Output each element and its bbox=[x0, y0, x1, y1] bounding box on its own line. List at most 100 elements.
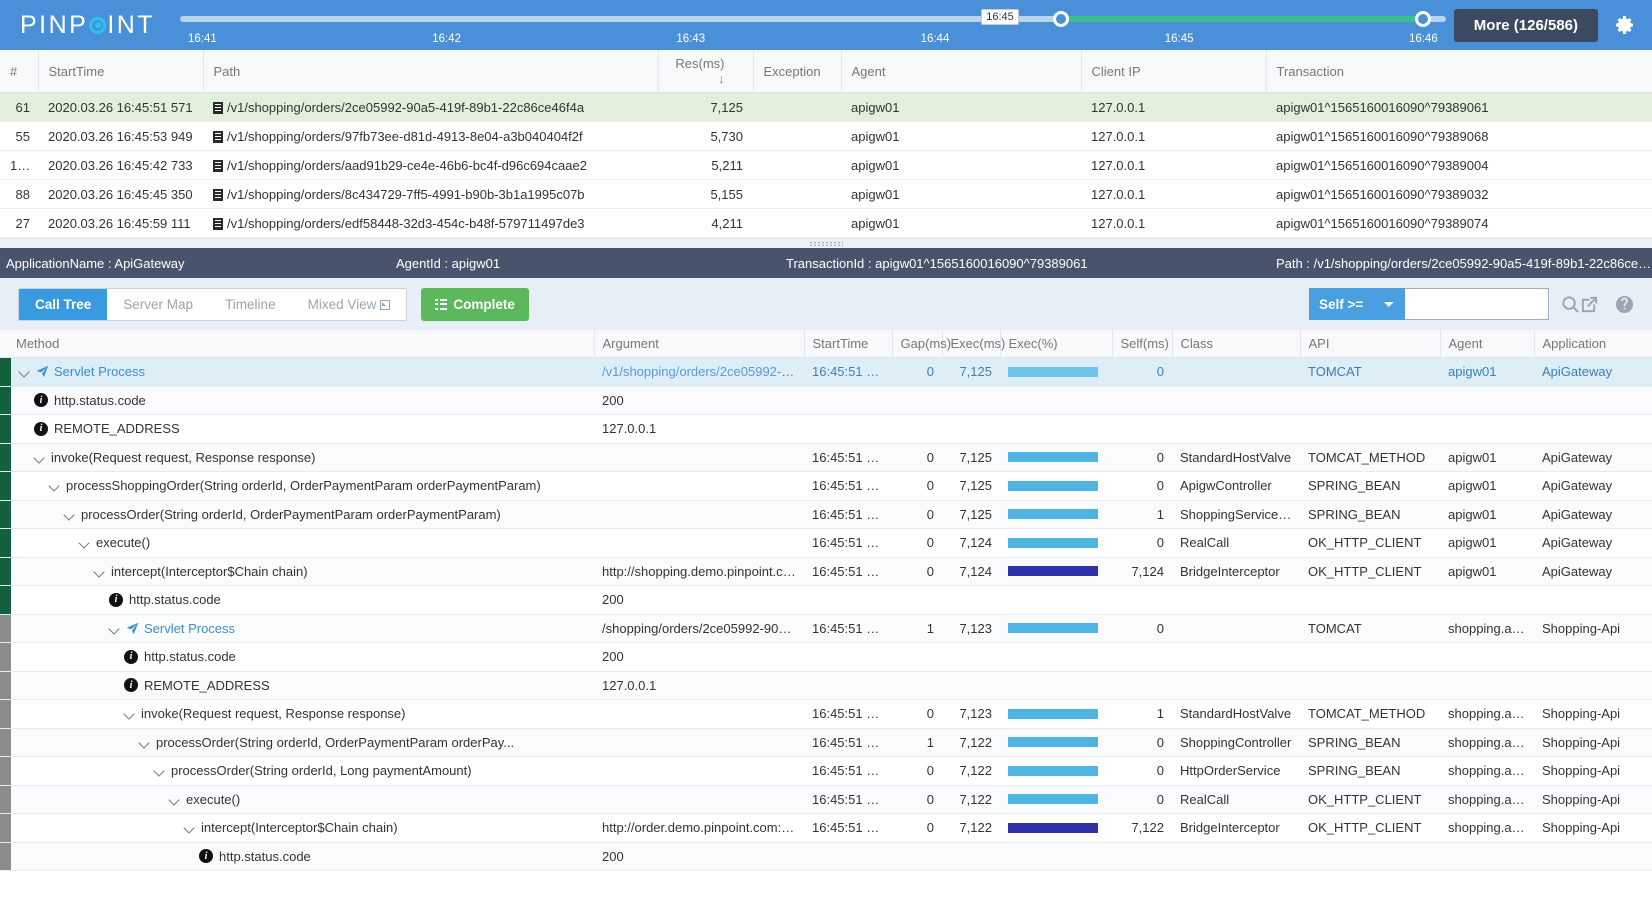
chevron-down-icon[interactable] bbox=[139, 737, 150, 748]
cell-res: 5,211 bbox=[658, 151, 753, 180]
tree-column-header-api[interactable]: API bbox=[1300, 330, 1440, 358]
call-tree-row[interactable]: iREMOTE_ADDRESS127.0.0.1 bbox=[0, 415, 1652, 444]
call-tree-row[interactable]: processOrder(String orderId, OrderPaymen… bbox=[0, 728, 1652, 757]
tree-method-label: invoke(Request request, Response respons… bbox=[141, 706, 405, 721]
exec-percent-bar-track bbox=[1008, 367, 1098, 377]
tree-cell-gap: 1 bbox=[892, 728, 942, 757]
chevron-down-icon[interactable] bbox=[109, 623, 120, 634]
tree-method-content: processOrder(String orderId, OrderPaymen… bbox=[0, 501, 586, 529]
column-header-agent[interactable]: Agent bbox=[841, 50, 1081, 93]
tree-column-header-execpct[interactable]: Exec(%) bbox=[1000, 330, 1112, 358]
call-tree-row[interactable]: invoke(Request request, Response respons… bbox=[0, 700, 1652, 729]
slider-handle-start[interactable] bbox=[1053, 11, 1069, 27]
column-header-res[interactable]: Res(ms) ↓ bbox=[658, 50, 753, 93]
table-row[interactable]: 612020.03.26 16:45:51 571/v1/shopping/or… bbox=[0, 93, 1652, 122]
chevron-down-icon[interactable] bbox=[124, 708, 135, 719]
call-tree-row[interactable]: ihttp.status.code200 bbox=[0, 842, 1652, 871]
call-tree-row[interactable]: Servlet Process/v1/shopping/orders/2ce05… bbox=[0, 358, 1652, 387]
call-tree-row[interactable]: invoke(Request request, Response respons… bbox=[0, 443, 1652, 472]
panel-resize-splitter[interactable] bbox=[0, 238, 1652, 248]
column-header-transaction[interactable]: Transaction bbox=[1266, 50, 1652, 93]
chevron-down-icon[interactable] bbox=[64, 509, 75, 520]
tree-column-header-agent[interactable]: Agent bbox=[1440, 330, 1534, 358]
call-tree-row[interactable]: intercept(Interceptor$Chain chain)http:/… bbox=[0, 557, 1652, 586]
chevron-down-icon[interactable] bbox=[19, 366, 30, 377]
tree-cell-exec bbox=[942, 671, 1000, 700]
settings-gear-button[interactable] bbox=[1598, 15, 1652, 35]
tree-column-header-method[interactable]: Method bbox=[0, 330, 594, 358]
tree-cell-argument: 127.0.0.1 bbox=[594, 415, 804, 444]
tree-column-header-self[interactable]: Self(ms) bbox=[1112, 330, 1172, 358]
call-tree-row[interactable]: Servlet Process/shopping/orders/2ce05992… bbox=[0, 614, 1652, 643]
tree-cell-method: execute() bbox=[0, 785, 594, 814]
tree-column-header-exec[interactable]: Exec(ms) bbox=[942, 330, 1000, 358]
filter-value-input[interactable] bbox=[1405, 288, 1549, 320]
column-header-starttime[interactable]: StartTime bbox=[38, 50, 203, 93]
tab-call-tree[interactable]: Call Tree bbox=[19, 289, 107, 320]
tree-cell-starttime: 16:45:51 573 bbox=[804, 814, 892, 843]
chevron-down-icon[interactable] bbox=[154, 765, 165, 776]
call-tree-row[interactable]: ihttp.status.code200 bbox=[0, 643, 1652, 672]
filter-condition-select[interactable]: Self >=Exec >=Gap >= bbox=[1309, 288, 1405, 320]
cell-path: /v1/shopping/orders/97fb73ee-d81d-4913-8… bbox=[203, 122, 658, 151]
open-in-new-window-button[interactable] bbox=[1580, 295, 1599, 314]
chevron-down-icon[interactable] bbox=[49, 480, 60, 491]
tree-column-header-gap[interactable]: Gap(ms) bbox=[892, 330, 942, 358]
cell-exception bbox=[753, 122, 841, 151]
search-button[interactable] bbox=[1561, 295, 1580, 314]
call-tree-row[interactable]: execute()16:45:51 57107,1240RealCallOK_H… bbox=[0, 529, 1652, 558]
tree-cell-self: 0 bbox=[1112, 472, 1172, 501]
info-icon: i bbox=[109, 593, 123, 607]
tree-cell-api: TOMCAT bbox=[1300, 614, 1440, 643]
tree-cell-gap: 1 bbox=[892, 614, 942, 643]
tree-column-header-class[interactable]: Class bbox=[1172, 330, 1300, 358]
cell-index: 27 bbox=[0, 209, 38, 238]
call-tree-header-row: Method Argument StartTime Gap(ms) Exec(m… bbox=[0, 330, 1652, 358]
call-tree-row[interactable]: ihttp.status.code200 bbox=[0, 586, 1652, 615]
call-tree-row[interactable]: iREMOTE_ADDRESS127.0.0.1 bbox=[0, 671, 1652, 700]
more-button[interactable]: More (126/586) bbox=[1454, 9, 1598, 42]
table-row[interactable]: 1042020.03.26 16:45:42 733/v1/shopping/o… bbox=[0, 151, 1652, 180]
complete-button[interactable]: Complete bbox=[421, 288, 529, 321]
table-row[interactable]: 552020.03.26 16:45:53 949/v1/shopping/or… bbox=[0, 122, 1652, 151]
tree-cell-class bbox=[1172, 842, 1300, 871]
tree-cell-gap bbox=[892, 415, 942, 444]
tab-timeline[interactable]: Timeline bbox=[209, 289, 292, 320]
call-tree-row[interactable]: processOrder(String orderId, Long paymen… bbox=[0, 757, 1652, 786]
column-header-clientip[interactable]: Client IP bbox=[1081, 50, 1266, 93]
column-header-path[interactable]: Path bbox=[203, 50, 658, 93]
tree-column-header-argument[interactable]: Argument bbox=[594, 330, 804, 358]
document-icon bbox=[213, 218, 223, 230]
tree-cell-api bbox=[1300, 671, 1440, 700]
tree-method-content: intercept(Interceptor$Chain chain) bbox=[0, 558, 586, 586]
tree-cell-api bbox=[1300, 842, 1440, 871]
call-tree-row[interactable]: processOrder(String orderId, OrderPaymen… bbox=[0, 500, 1652, 529]
tree-cell-class bbox=[1172, 415, 1300, 444]
chevron-down-icon[interactable] bbox=[34, 452, 45, 463]
call-tree-row[interactable]: ihttp.status.code200 bbox=[0, 386, 1652, 415]
tree-column-header-starttime[interactable]: StartTime bbox=[804, 330, 892, 358]
cell-index: 61 bbox=[0, 93, 38, 122]
chevron-down-icon[interactable] bbox=[79, 537, 90, 548]
tree-cell-exec: 7,123 bbox=[942, 614, 1000, 643]
table-row[interactable]: 882020.03.26 16:45:45 350/v1/shopping/or… bbox=[0, 180, 1652, 209]
tab-mixed-view[interactable]: Mixed View bbox=[292, 289, 407, 320]
call-tree-row[interactable]: intercept(Interceptor$Chain chain)http:/… bbox=[0, 814, 1652, 843]
time-range-slider[interactable]: 16:45 16:41 16:42 16:43 16:44 16:45 16:4… bbox=[180, 0, 1446, 50]
table-row[interactable]: 272020.03.26 16:45:59 111/v1/shopping/or… bbox=[0, 209, 1652, 238]
chevron-down-icon[interactable] bbox=[169, 794, 180, 805]
info-icon: i bbox=[199, 849, 213, 863]
tree-column-header-application[interactable]: Application bbox=[1534, 330, 1652, 358]
tab-server-map[interactable]: Server Map bbox=[107, 289, 209, 320]
tree-cell-exec-percent bbox=[1000, 643, 1112, 672]
call-tree-row[interactable]: execute()16:45:51 57307,1220RealCallOK_H… bbox=[0, 785, 1652, 814]
argument-link[interactable]: /v1/shopping/orders/2ce05992-90a... bbox=[602, 364, 804, 379]
column-header-index[interactable]: # bbox=[0, 50, 38, 93]
call-tree-row[interactable]: processShoppingOrder(String orderId, Ord… bbox=[0, 472, 1652, 501]
slider-handle-end[interactable] bbox=[1415, 11, 1431, 27]
chevron-down-icon[interactable] bbox=[184, 822, 195, 833]
exec-percent-bar-track bbox=[1008, 566, 1098, 576]
chevron-down-icon[interactable] bbox=[94, 566, 105, 577]
column-header-exception[interactable]: Exception bbox=[753, 50, 841, 93]
help-button[interactable] bbox=[1615, 295, 1634, 314]
